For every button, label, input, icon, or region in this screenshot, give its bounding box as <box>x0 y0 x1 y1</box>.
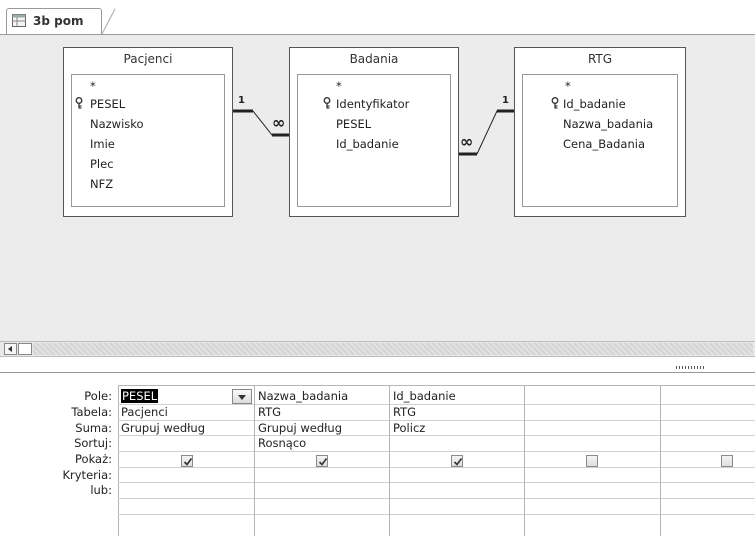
pane-splitter[interactable] <box>0 357 755 373</box>
table-title: Pacjenci <box>123 52 173 66</box>
total-cell[interactable]: Grupuj według <box>258 421 342 435</box>
field-item[interactable]: Imie <box>90 137 115 151</box>
show-checkbox[interactable] <box>586 455 598 467</box>
field-item[interactable]: NFZ <box>90 177 113 191</box>
row-label-pokaz: Pokaż: <box>75 452 112 466</box>
table-cell[interactable]: Pacjenci <box>121 405 168 419</box>
field-item[interactable]: Cena_Badania <box>563 137 645 151</box>
scroll-thumb[interactable] <box>18 343 32 355</box>
scroll-left-arrow-icon[interactable] <box>4 343 17 355</box>
field-item[interactable]: PESEL <box>336 117 371 131</box>
query-icon <box>12 14 26 27</box>
scroll-track[interactable] <box>33 343 753 355</box>
total-cell[interactable]: Policz <box>393 421 425 435</box>
row-label-lub: lub: <box>90 483 112 497</box>
checkmark-icon <box>453 458 463 466</box>
field-item[interactable]: * <box>90 79 96 93</box>
checkmark-icon <box>318 458 328 466</box>
relation-2-one: 1 <box>502 95 509 106</box>
field-item[interactable]: Nazwa_badania <box>563 117 653 131</box>
table-badania[interactable]: Badania * Identyfikator PESEL Id_badanie <box>289 47 459 217</box>
grid-column-separator <box>660 385 661 536</box>
query-design-grid[interactable]: Pole: Tabela: Suma: Sortuj: Pokaż: Kryte… <box>0 373 755 536</box>
table-pacjenci[interactable]: Pacjenci * PESEL Nazwisko Imie Plec NFZ <box>63 47 233 217</box>
row-label-suma: Suma: <box>75 421 112 435</box>
relation-1-many: ∞ <box>272 113 286 132</box>
table-title: RTG <box>587 52 613 66</box>
field-item[interactable]: Identyfikator <box>336 97 409 111</box>
field-cell[interactable]: Nazwa_badania <box>258 389 348 403</box>
grid-column-separator <box>389 385 390 536</box>
query-design-area[interactable]: 1 ∞ ∞ 1 Pacjenci * PESEL Nazwisko Imie P… <box>0 35 755 341</box>
show-checkbox[interactable] <box>316 455 328 467</box>
relation-1-one: 1 <box>238 95 245 106</box>
checkmark-icon <box>183 458 193 466</box>
show-checkbox[interactable] <box>451 455 463 467</box>
field-dropdown-button[interactable] <box>232 389 252 404</box>
field-item[interactable]: Id_badanie <box>336 137 399 151</box>
field-item[interactable]: Id_badanie <box>563 97 626 111</box>
field-list-box: * Identyfikator PESEL Id_badanie <box>297 74 451 207</box>
field-item[interactable]: PESEL <box>90 97 125 111</box>
row-label-kryteria: Kryteria: <box>62 468 112 482</box>
primary-key-icon <box>323 97 331 109</box>
field-cell[interactable]: PESEL <box>121 389 159 403</box>
splitter-grip-icon[interactable] <box>676 366 706 369</box>
table-cell[interactable]: RTG <box>393 405 416 419</box>
relation-2-many: ∞ <box>460 132 474 151</box>
grid-column-separator <box>524 385 525 536</box>
primary-key-icon <box>551 97 559 109</box>
show-checkbox[interactable] <box>721 455 733 467</box>
field-list-box: * PESEL Nazwisko Imie Plec NFZ <box>71 74 225 207</box>
total-cell[interactable]: Grupuj według <box>121 421 205 435</box>
document-tab-strip: 3b pom <box>0 0 755 35</box>
field-item[interactable]: Plec <box>90 157 114 171</box>
horizontal-scrollbar[interactable] <box>0 341 755 357</box>
table-rtg[interactable]: RTG * Id_badanie Nazwa_badania Cena_Bada… <box>514 47 686 217</box>
table-title: Badania <box>349 52 399 66</box>
row-label-pole: Pole: <box>84 389 112 403</box>
field-item[interactable]: * <box>336 79 342 93</box>
primary-key-icon <box>75 97 83 109</box>
tab-3b-pom[interactable]: 3b pom <box>6 8 115 35</box>
row-label-tabela: Tabela: <box>71 405 112 419</box>
field-cell[interactable]: Id_badanie <box>393 389 456 403</box>
table-cell[interactable]: RTG <box>258 405 281 419</box>
field-list-box: * Id_badanie Nazwa_badania Cena_Badania <box>522 74 678 207</box>
field-item[interactable]: * <box>565 79 571 93</box>
show-checkbox[interactable] <box>181 455 193 467</box>
sort-cell[interactable]: Rosnąco <box>258 436 306 450</box>
grid-column-separator <box>254 385 255 536</box>
row-label-sortuj: Sortuj: <box>74 436 112 450</box>
field-item[interactable]: Nazwisko <box>90 117 144 131</box>
tab-label: 3b pom <box>33 14 84 28</box>
